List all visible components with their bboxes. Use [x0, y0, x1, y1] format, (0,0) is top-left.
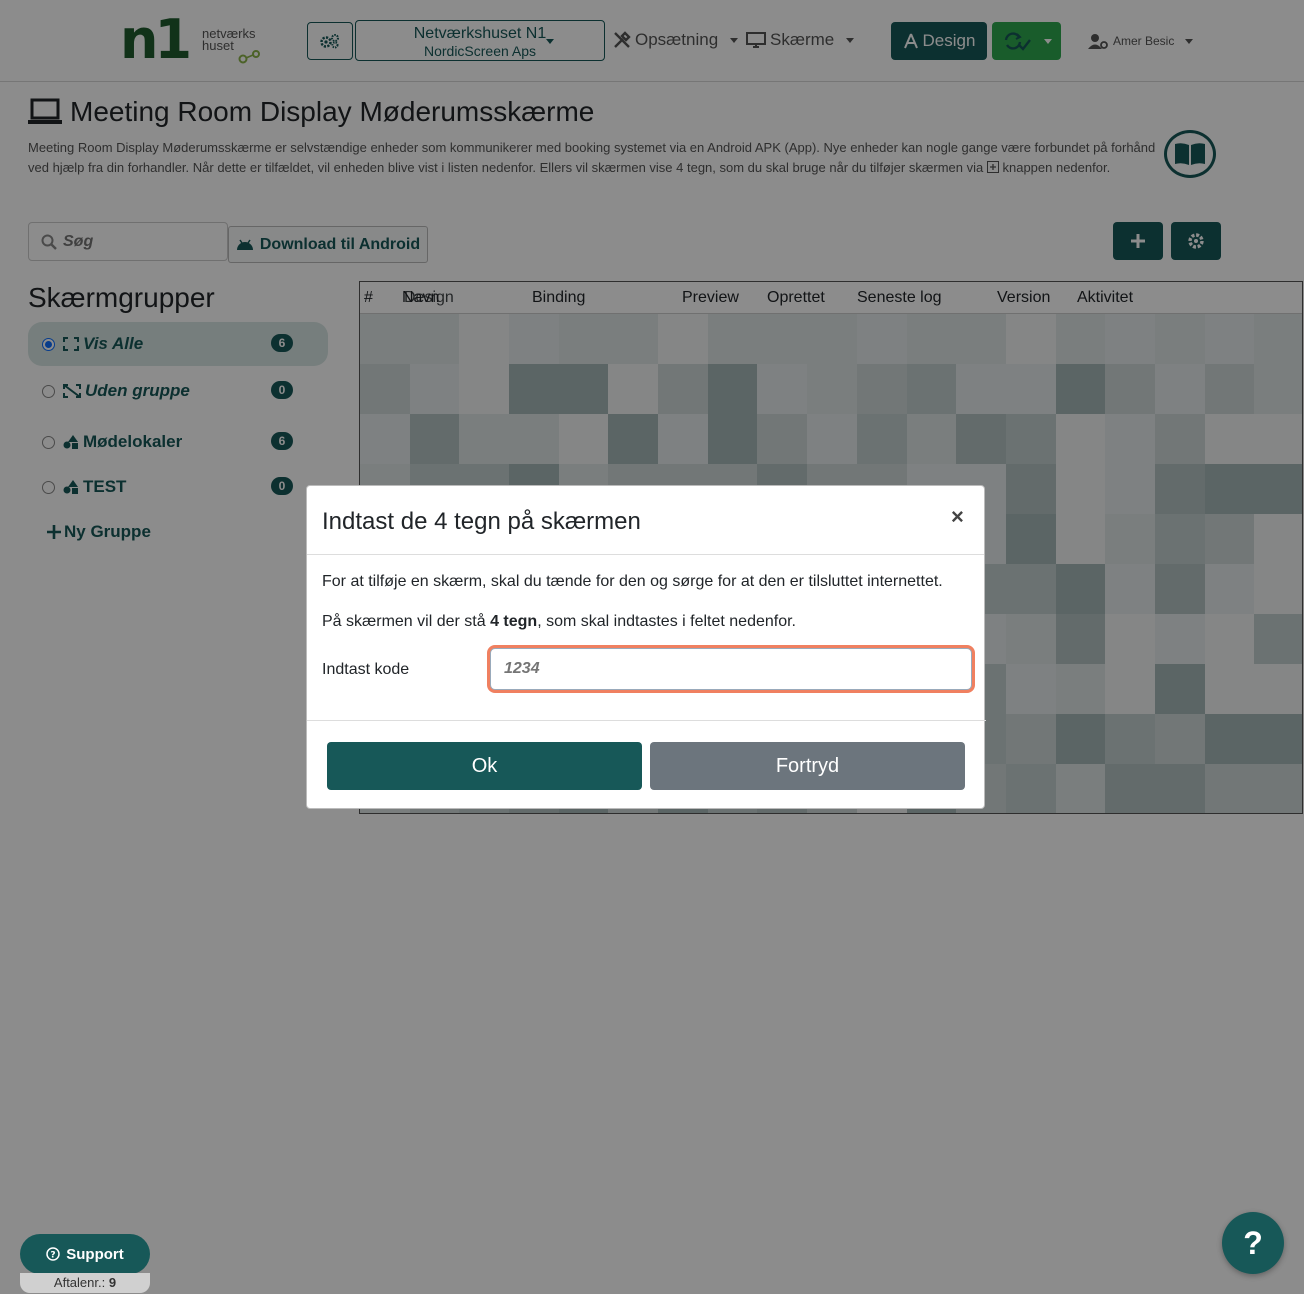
modal-body: For at tilføje en skærm, skal du tænde f…	[322, 572, 972, 652]
modal-instruction-1: For at tilføje en skærm, skal du tænde f…	[322, 573, 943, 590]
code-input[interactable]	[490, 648, 972, 690]
support-label: Support	[66, 1245, 124, 1263]
cancel-button[interactable]: Fortryd	[650, 742, 965, 790]
modal-instruction-2: På skærmen vil der stå 4 tegn, som skal …	[322, 613, 796, 630]
question-circle-icon: ?	[46, 1247, 60, 1261]
modal-footer: Ok Fortryd	[307, 720, 986, 810]
code-form-row: Indtast kode	[322, 648, 972, 692]
close-icon[interactable]: ×	[951, 504, 964, 530]
support-button[interactable]: ? Support	[20, 1234, 150, 1274]
enter-code-modal: Indtast de 4 tegn på skærmen × For at ti…	[306, 485, 986, 810]
modal-header: Indtast de 4 tegn på skærmen ×	[307, 486, 984, 555]
svg-text:?: ?	[51, 1251, 56, 1261]
modal-title: Indtast de 4 tegn på skærmen	[322, 508, 641, 535]
code-label: Indtast kode	[322, 661, 410, 678]
ok-button[interactable]: Ok	[327, 742, 642, 790]
help-chat-button[interactable]: ?	[1222, 1212, 1284, 1274]
contract-number: Aftalenr.: 9	[20, 1273, 150, 1293]
